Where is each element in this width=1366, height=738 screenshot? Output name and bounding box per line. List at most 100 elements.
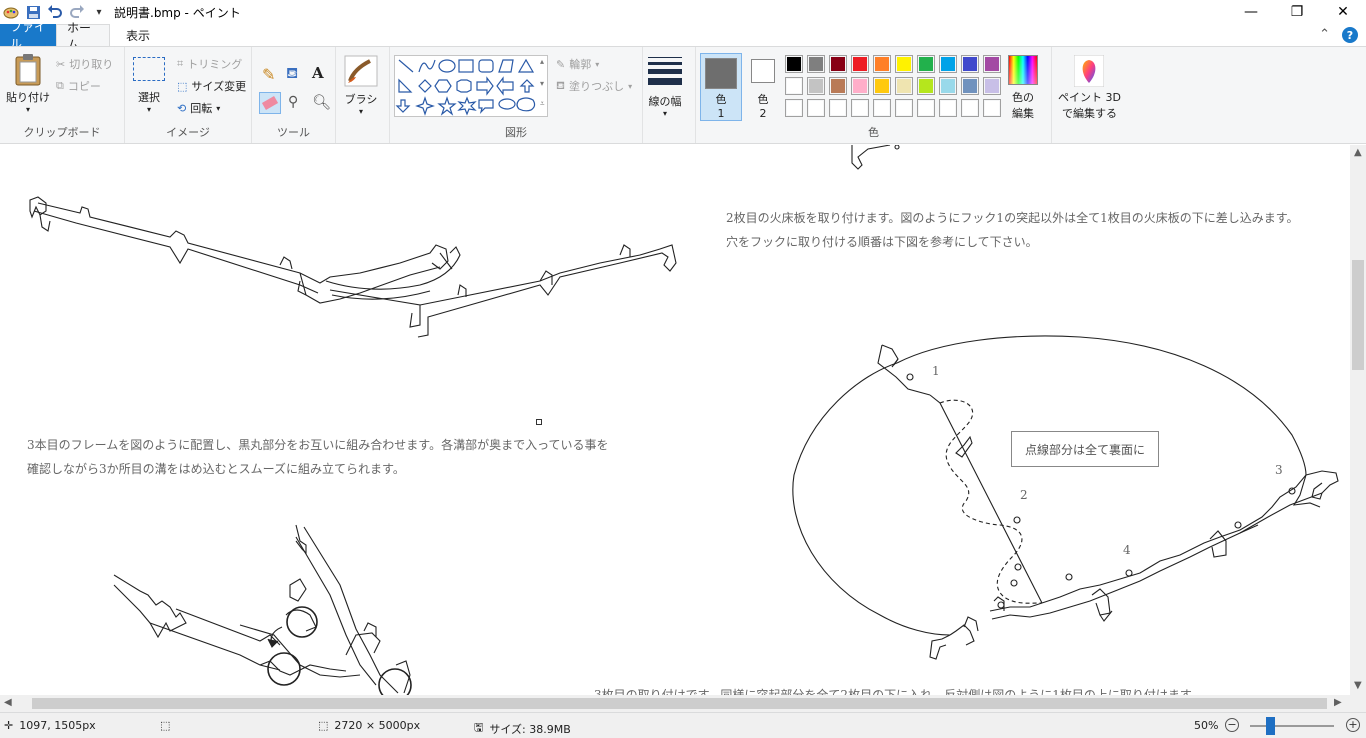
selection-size-icon: ⬚ xyxy=(160,719,171,732)
color2-button[interactable]: 色 2 xyxy=(746,55,780,121)
palette-color[interactable] xyxy=(917,77,935,95)
tab-view[interactable]: 表示 xyxy=(116,24,160,46)
fill-icon: ⛾ xyxy=(556,78,565,92)
palette-color[interactable] xyxy=(895,55,913,73)
brush-icon xyxy=(344,55,378,87)
palette-color[interactable] xyxy=(895,77,913,95)
maximize-button[interactable]: ❐ xyxy=(1274,0,1320,24)
palette-color[interactable] xyxy=(785,77,803,95)
zoom-out-icon[interactable]: − xyxy=(1225,718,1239,732)
collapse-ribbon-icon[interactable]: ⌃ xyxy=(1319,27,1330,43)
palette-color[interactable] xyxy=(851,77,869,95)
custom-color-slot[interactable] xyxy=(939,99,957,117)
chevron-down-icon: ▾ xyxy=(25,105,30,114)
custom-color-slot[interactable] xyxy=(873,99,891,117)
label-2: 2 xyxy=(1020,488,1028,502)
copy-button[interactable]: ⧉ コピー xyxy=(56,78,101,94)
horizontal-scroll-thumb[interactable] xyxy=(32,698,1327,709)
palette-color[interactable] xyxy=(851,55,869,73)
palette-color[interactable] xyxy=(829,77,847,95)
custom-color-slot[interactable] xyxy=(851,99,869,117)
window-title: 説明書.bmp - ペイント xyxy=(114,5,241,20)
color-picker-icon[interactable]: ⚲ xyxy=(288,94,298,110)
cut-button[interactable]: ✂ 切り取り xyxy=(56,56,113,72)
scroll-up-icon[interactable]: ▴ xyxy=(540,57,544,66)
crop-button[interactable]: ⌗ トリミング xyxy=(177,56,242,72)
resize-icon: ⬚ xyxy=(177,79,188,93)
close-button[interactable]: ✕ xyxy=(1320,0,1366,24)
palette-color[interactable] xyxy=(873,55,891,73)
palette-color[interactable] xyxy=(785,55,803,73)
resize-button[interactable]: ⬚ サイズ変更 xyxy=(177,78,246,94)
palette-color[interactable] xyxy=(807,77,825,95)
size-button[interactable]: 線の幅 ▾ xyxy=(648,57,682,118)
chevron-down-icon: ▾ xyxy=(628,81,633,91)
scissors-icon: ✂ xyxy=(56,57,66,71)
select-button[interactable]: 選択 ▾ xyxy=(133,57,165,114)
custom-color-slot[interactable] xyxy=(829,99,847,117)
palette-color[interactable] xyxy=(961,55,979,73)
palette-color[interactable] xyxy=(939,77,957,95)
zoom-slider-thumb[interactable] xyxy=(1266,717,1275,735)
help-icon[interactable]: ? xyxy=(1342,27,1358,43)
minimize-button[interactable]: — xyxy=(1228,0,1274,24)
custom-color-slot[interactable] xyxy=(983,99,1001,117)
scroll-down-icon[interactable]: ▾ xyxy=(540,79,544,88)
outline-button[interactable]: ✎ 輪郭 ▾ xyxy=(556,56,599,72)
palette-color[interactable] xyxy=(807,55,825,73)
rotate-button[interactable]: ⟲ 回転 ▾ xyxy=(177,100,220,116)
edit-colors-button[interactable]: 色の 編集 xyxy=(1008,55,1038,121)
custom-color-slot[interactable] xyxy=(895,99,913,117)
palette-color[interactable] xyxy=(983,77,1001,95)
drawing-canvas[interactable]: 2枚目の火床板を取り付けます。図のようにフック1の突起以外は全て1枚目の火床板の… xyxy=(0,145,1350,695)
chevron-down-icon: ▾ xyxy=(358,107,363,116)
file-size: 🖫 サイズ: 38.9MB xyxy=(474,719,571,738)
more-shapes-icon[interactable]: ⩡ xyxy=(540,99,545,109)
scroll-left-arrow-icon[interactable]: ◀ xyxy=(4,697,12,708)
selection-size: ⬚ xyxy=(160,719,170,732)
edit-with-paint3d-button[interactable]: ペイント 3D で編集する xyxy=(1058,55,1121,121)
palette-color[interactable] xyxy=(983,55,1001,73)
palette-color[interactable] xyxy=(873,77,891,95)
palette-color[interactable] xyxy=(961,77,979,95)
fill-button[interactable]: ⛾ 塗りつぶし ▾ xyxy=(556,78,632,94)
scroll-up-arrow-icon[interactable]: ▲ xyxy=(1354,147,1362,158)
custom-color-slot[interactable] xyxy=(807,99,825,117)
brushes-button[interactable]: ブラシ ▾ xyxy=(344,55,378,116)
scrollbar-corner xyxy=(1350,695,1366,712)
disk-icon: 🖫 xyxy=(474,721,484,734)
zoom-in-icon[interactable]: + xyxy=(1346,718,1360,732)
text-icon[interactable]: A xyxy=(312,64,324,82)
ribbon: 貼り付け ▾ ✂ 切り取り ⧉ コピー クリップボード 選択 ▾ ⌗ トリミング… xyxy=(0,46,1366,144)
vertical-scroll-thumb[interactable] xyxy=(1352,260,1364,370)
clipboard-group: 貼り付け ▾ ✂ 切り取り ⧉ コピー クリップボード xyxy=(0,47,125,143)
scroll-down-arrow-icon[interactable]: ▼ xyxy=(1354,680,1362,691)
custom-color-slot[interactable] xyxy=(961,99,979,117)
magnifier-icon[interactable]: 🔍︎ xyxy=(312,93,331,111)
zoom-slider-track[interactable] xyxy=(1250,725,1334,727)
vertical-scrollbar[interactable]: ▲ ▼ xyxy=(1350,145,1366,695)
shapes-gallery[interactable] xyxy=(394,55,548,117)
horizontal-scrollbar[interactable]: ◀ ▶ xyxy=(0,695,1350,712)
scroll-right-arrow-icon[interactable]: ▶ xyxy=(1334,697,1342,708)
pencil-icon[interactable]: ✎ xyxy=(262,65,275,84)
chevron-down-icon: ▾ xyxy=(146,105,151,114)
resize-handle[interactable] xyxy=(536,419,542,425)
tab-home[interactable]: ホーム xyxy=(56,21,110,52)
tab-file[interactable]: ファイル xyxy=(0,20,56,51)
eraser-icon[interactable] xyxy=(259,92,281,114)
color2-swatch xyxy=(751,59,775,83)
palette-color[interactable] xyxy=(829,55,847,73)
shapes-group: ▴ ▾ ⩡ ✎ 輪郭 ▾ ⛾ 塗りつぶし ▾ 図形 xyxy=(390,47,643,143)
paste-button[interactable]: 貼り付け ▾ xyxy=(6,53,50,114)
palette-color[interactable] xyxy=(917,55,935,73)
fill-bucket-icon[interactable]: ⛾ xyxy=(286,64,298,84)
clipboard-icon xyxy=(15,54,41,86)
shapes-group-label: 図形 xyxy=(505,126,527,139)
custom-color-slot[interactable] xyxy=(917,99,935,117)
undo-icon[interactable] xyxy=(46,3,64,21)
color1-button[interactable]: 色 1 xyxy=(700,53,742,121)
custom-color-slot[interactable] xyxy=(785,99,803,117)
line-width-icon xyxy=(648,57,682,85)
palette-color[interactable] xyxy=(939,55,957,73)
